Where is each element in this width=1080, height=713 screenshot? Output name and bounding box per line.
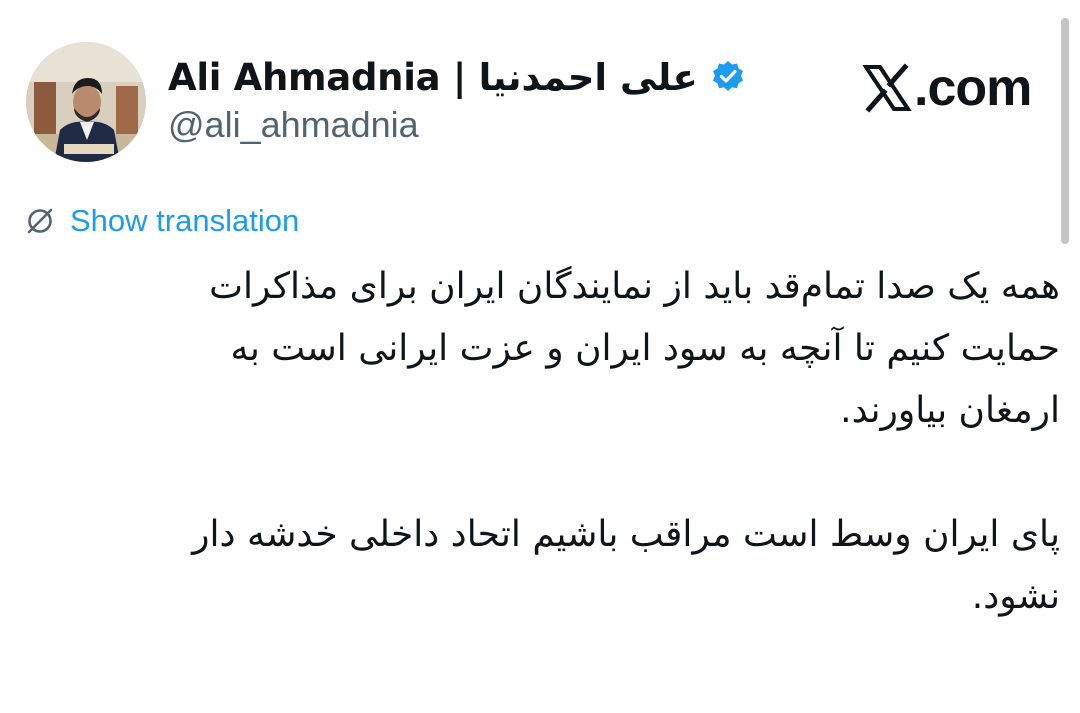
- tweet-line: همه یک صدا تمام‌قد باید از نمایندگان ایر…: [209, 266, 1060, 307]
- scrollbar-thumb[interactable]: [1061, 18, 1069, 244]
- x-com-watermark: .com: [862, 58, 1032, 118]
- tweet-line: ارمغان بیاورند.: [840, 390, 1060, 431]
- author-handle[interactable]: @ali_ahmadnia: [168, 104, 419, 146]
- tweet-text: همه یک صدا تمام‌قد باید از نمایندگان ایر…: [20, 256, 1060, 628]
- tweet-line: نشود.: [971, 576, 1060, 617]
- verified-badge-icon[interactable]: [710, 59, 746, 95]
- show-translation-link[interactable]: Show translation: [24, 200, 299, 242]
- x-logo-icon: [862, 63, 912, 113]
- x-com-text: .com: [914, 59, 1032, 117]
- tweet-line: پای ایران وسط است مراقب باشیم اتحاد داخل…: [192, 514, 1060, 555]
- tweet-line: حمایت کنیم تا آنچه به سود ایران و عزت ای…: [230, 328, 1060, 369]
- show-translation-label[interactable]: Show translation: [70, 203, 299, 239]
- avatar[interactable]: [26, 42, 146, 162]
- avatar-photo: [26, 42, 146, 162]
- author-display-name[interactable]: Ali Ahmadnia | علی احمدنیا: [168, 56, 698, 99]
- author-name-row[interactable]: Ali Ahmadnia | علی احمدنیا: [168, 52, 746, 102]
- globe-slash-icon: [27, 208, 53, 234]
